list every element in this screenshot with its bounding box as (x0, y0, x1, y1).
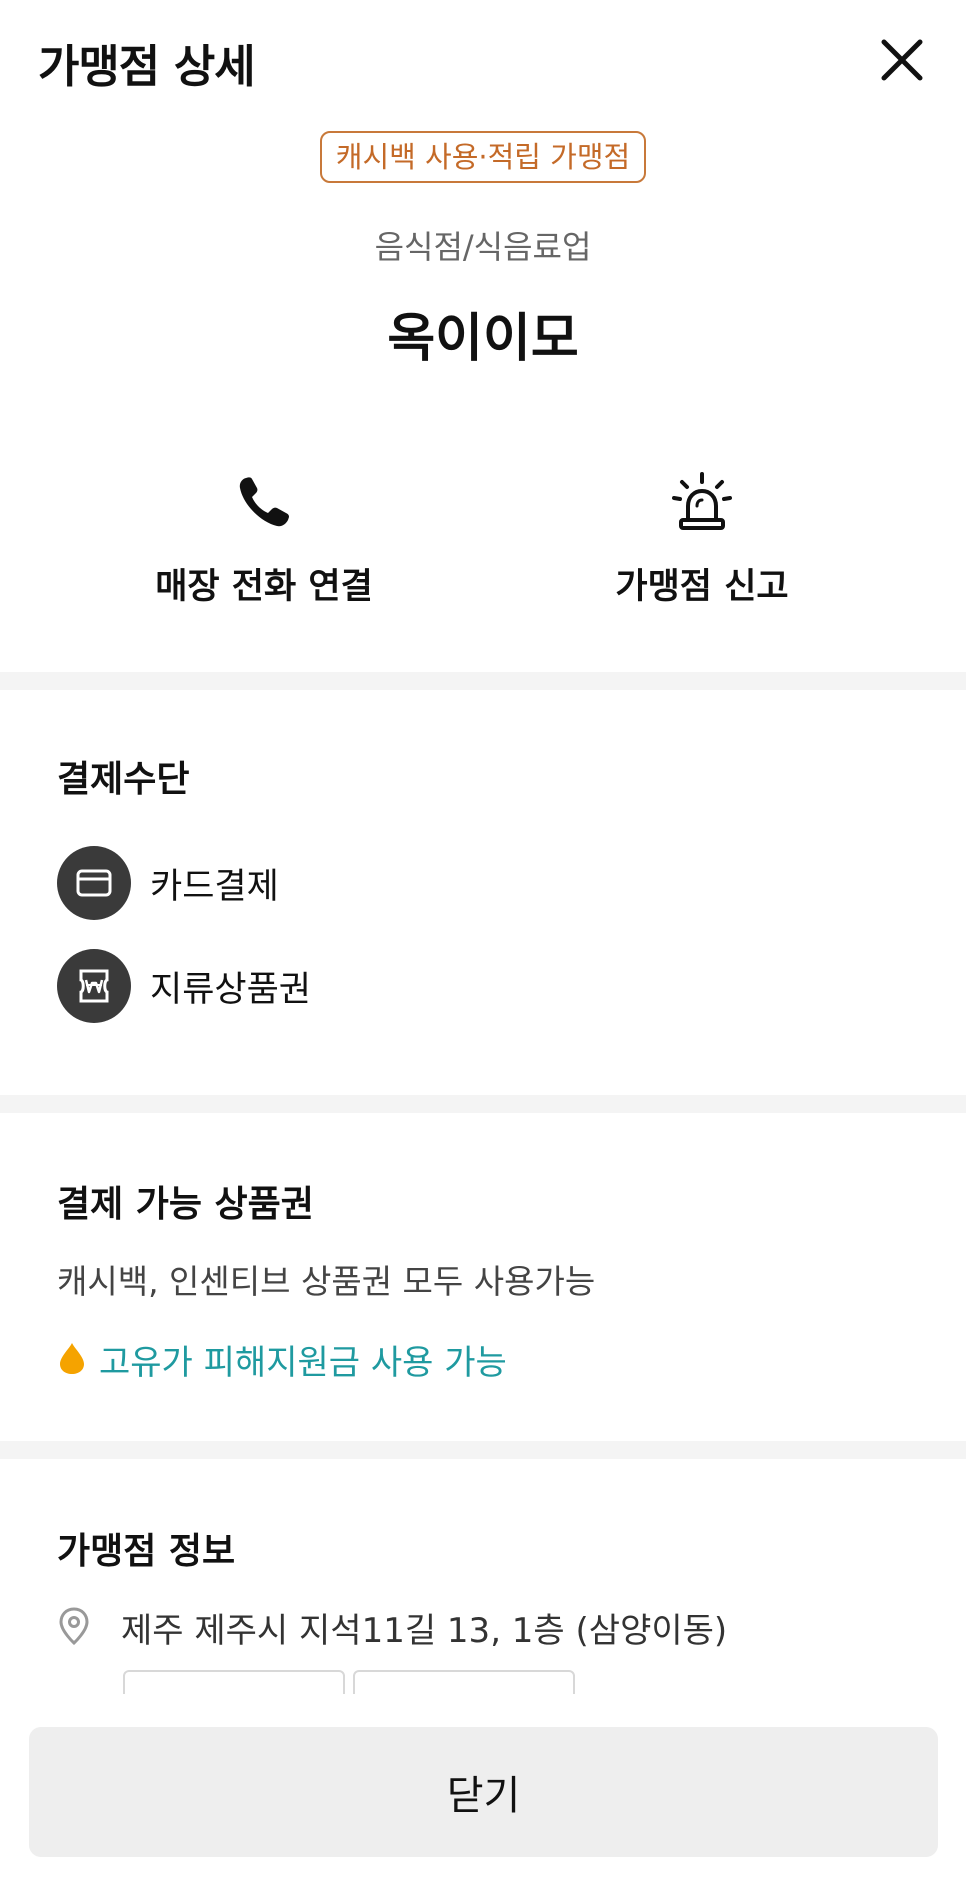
address-text: 제주 제주시 지석11길 13, 1층 (삼양이동) (121, 1611, 728, 1651)
location-pin-icon (57, 1606, 91, 1650)
payment-section-title: 결제수단 (57, 759, 190, 800)
payment-method-label: 카드결제 (150, 866, 279, 907)
payment-method-label: 지류상품권 (150, 969, 312, 1010)
drop-icon (57, 1341, 87, 1379)
siren-icon (670, 470, 734, 534)
phone-icon (232, 470, 296, 534)
section-divider (0, 1441, 966, 1459)
header: 가맹점 상세 (0, 0, 966, 120)
payment-method-item: 카드결제 (57, 846, 279, 920)
report-merchant-button[interactable]: 가맹점 신고 (502, 470, 902, 630)
close-button[interactable]: 닫기 (29, 1727, 938, 1857)
card-icon (57, 846, 131, 920)
page-title: 가맹점 상세 (38, 40, 256, 93)
payment-method-item: 지류상품권 (57, 949, 311, 1023)
merchant-name: 옥이이모 (387, 309, 579, 369)
relief-fund-notice: 고유가 피해지원금 사용 가능 (57, 1335, 507, 1384)
section-divider (0, 672, 966, 690)
badge-container: 캐시백 사용·적립 가맹점 (0, 131, 966, 183)
cashback-badge: 캐시백 사용·적립 가맹점 (319, 131, 647, 183)
address-row: 제주 제주시 지석11길 13, 1층 (삼양이동) (57, 1603, 727, 1652)
vouchers-section-title: 결제 가능 상품권 (57, 1184, 314, 1225)
relief-fund-text: 고유가 피해지원금 사용 가능 (99, 1343, 507, 1383)
merchant-category: 음식점/식음료업 (374, 228, 592, 266)
call-store-label: 매장 전화 연결 (155, 567, 373, 607)
voucher-description: 캐시백, 인센티브 상품권 모두 사용가능 (57, 1262, 596, 1301)
won-voucher-icon (57, 949, 131, 1023)
bottom-bar: 닫기 (0, 1694, 966, 1887)
info-section-title: 가맹점 정보 (57, 1531, 236, 1572)
action-row: 매장 전화 연결 가맹점 신고 (0, 470, 966, 640)
close-icon[interactable] (872, 30, 932, 90)
report-merchant-label: 가맹점 신고 (615, 567, 789, 607)
section-divider (0, 1095, 966, 1113)
call-store-button[interactable]: 매장 전화 연결 (64, 470, 464, 630)
